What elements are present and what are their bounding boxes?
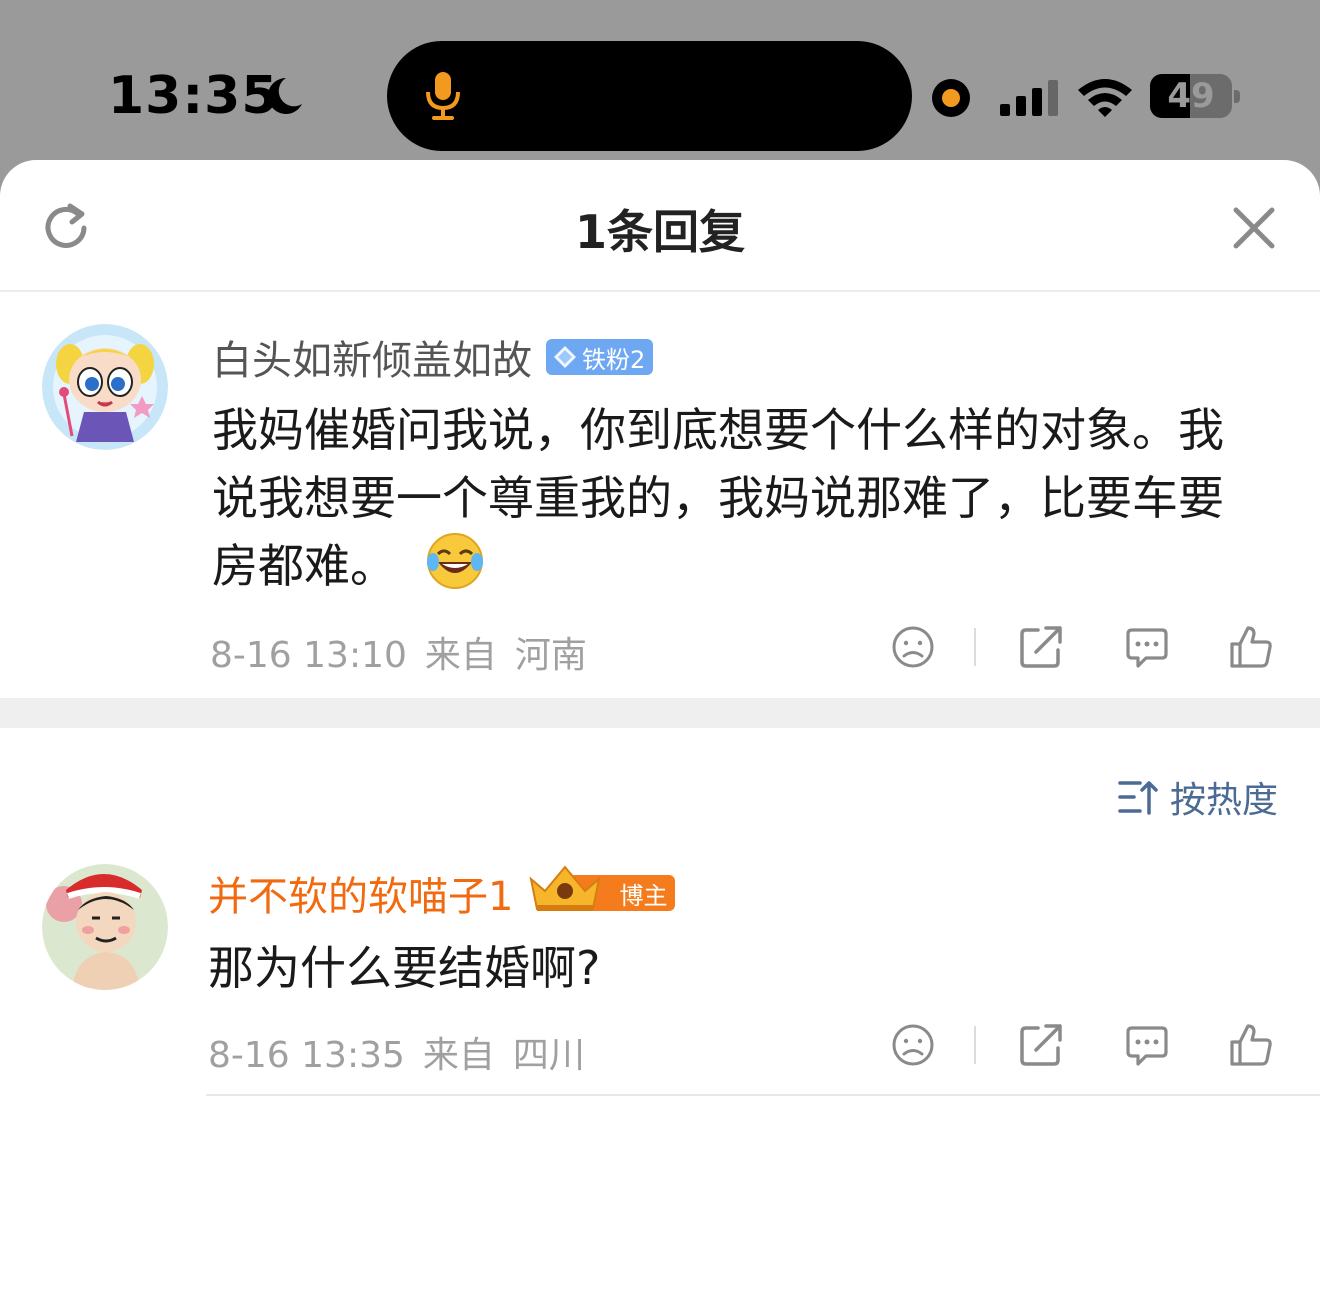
sheet-header: 1条回复 xyxy=(0,160,1320,292)
reply-sheet: 1条回复 白头如新倾盖如故 铁粉2 我妈催婚问我说，你到底想要个什么样的对象。我… xyxy=(0,160,1320,1293)
username[interactable]: 并不软的软喵子1 xyxy=(208,864,513,922)
username[interactable]: 白头如新倾盖如故 xyxy=(212,328,532,386)
status-time: 13:35 xyxy=(108,66,279,126)
moon-icon xyxy=(267,77,302,114)
battery-icon: 49 xyxy=(1150,74,1240,118)
recording-dot-icon xyxy=(932,79,970,117)
comment-text: 我妈催婚问我说，你到底想要个什么样的对象。我说我想要一个尊重我的，我妈说那难了，… xyxy=(212,396,1252,600)
blogger-badge-label: 博主 xyxy=(619,881,668,910)
close-icon[interactable] xyxy=(1230,204,1278,252)
main-comment-name-row: 白头如新倾盖如故 铁粉2 xyxy=(212,332,654,384)
avatar[interactable] xyxy=(42,864,168,990)
battery-percent: 49 xyxy=(1167,76,1215,116)
share-icon[interactable] xyxy=(1018,624,1064,670)
main-comment-actions xyxy=(888,624,1288,672)
laughing-crying-emoji xyxy=(427,533,483,589)
divider xyxy=(206,1094,1320,1096)
sort-by-hot-button[interactable]: 按热度 xyxy=(1118,772,1278,822)
dislike-icon[interactable] xyxy=(890,1022,936,1068)
reply-date: 8-16 13:35 xyxy=(208,1035,405,1076)
like-icon[interactable] xyxy=(1228,624,1274,670)
status-bar: 13:35 49 xyxy=(0,0,1320,160)
comment-location: 河南 xyxy=(514,635,587,676)
cellular-signal-icon xyxy=(1000,80,1058,116)
fan-badge: 铁粉2 xyxy=(546,339,654,375)
from-label: 来自 xyxy=(422,1035,495,1076)
main-comment-meta: 8-16 13:10 来自 河南 xyxy=(210,626,605,678)
comment-icon[interactable] xyxy=(1124,1022,1170,1068)
divider xyxy=(974,1026,976,1064)
from-label: 来自 xyxy=(424,635,497,676)
comment-icon[interactable] xyxy=(1124,624,1170,670)
reply-actions xyxy=(888,1022,1288,1070)
crown-icon xyxy=(529,865,602,911)
reply-text: 那为什么要结婚啊? xyxy=(208,941,601,995)
dislike-icon[interactable] xyxy=(890,624,936,670)
dynamic-island xyxy=(387,41,912,151)
microphone-icon xyxy=(426,72,460,120)
blogger-badge: 博主 xyxy=(529,865,676,911)
sort-icon xyxy=(1118,781,1158,815)
wifi-icon xyxy=(1078,79,1132,117)
reply-meta: 8-16 13:35 来自 四川 xyxy=(208,1026,603,1078)
comment-body: 我妈催婚问我说，你到底想要个什么样的对象。我说我想要一个尊重我的，我妈说那难了，… xyxy=(212,403,1224,593)
like-icon[interactable] xyxy=(1228,1022,1274,1068)
reply-location: 四川 xyxy=(512,1035,585,1076)
fan-badge-label: 铁粉2 xyxy=(582,345,646,374)
share-icon[interactable] xyxy=(1018,1022,1064,1068)
reply-name-row: 并不软的软喵子1 博主 xyxy=(208,865,676,920)
divider xyxy=(974,628,976,666)
section-divider xyxy=(0,698,1320,728)
comment-date: 8-16 13:10 xyxy=(210,635,407,676)
sheet-title: 1条回复 xyxy=(574,205,745,259)
avatar[interactable] xyxy=(42,324,168,450)
diamond-icon xyxy=(554,346,576,368)
sort-label: 按热度 xyxy=(1170,780,1279,821)
